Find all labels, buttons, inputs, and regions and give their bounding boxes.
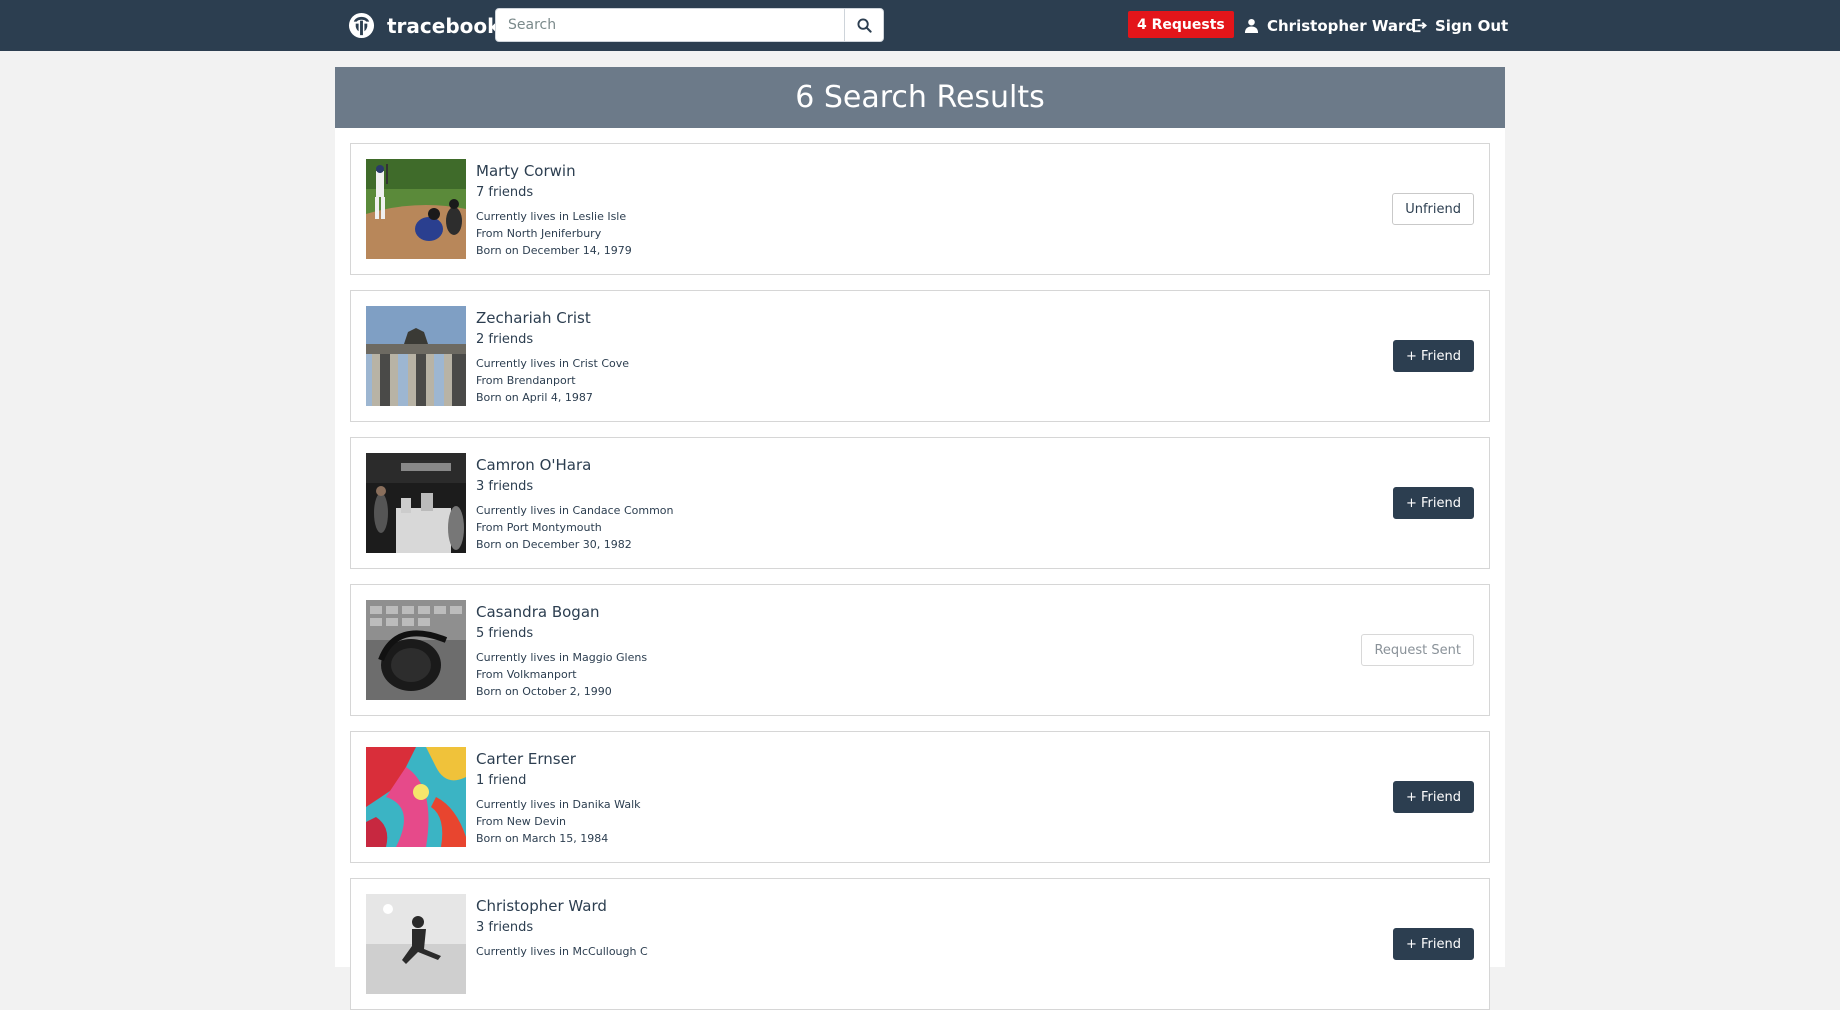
birthday: Born on December 30, 1982 <box>476 538 632 551</box>
profile-photo-image <box>366 894 466 994</box>
hometown: From Volkmanport <box>476 668 577 681</box>
search-result-card: Casandra Bogan 5 friends Currently lives i… <box>350 584 1490 716</box>
friend-count: 3 friends <box>476 479 534 494</box>
friend-requests-label: 4 Requests <box>1137 16 1225 33</box>
result-info: Christopher Ward 3 friends Currently lives… <box>476 895 648 960</box>
hometown: From North Jeniferbury <box>476 227 602 240</box>
search-input[interactable] <box>496 9 844 41</box>
hometown: From New Devin <box>476 815 567 828</box>
friend-count: 3 friends <box>476 920 534 935</box>
unfriend-button[interactable]: Unfriend <box>1392 193 1474 225</box>
friend-requests-badge[interactable]: 4 Requests <box>1128 11 1234 38</box>
person-name-link[interactable]: Marty Corwin <box>476 160 632 182</box>
add-friend-button[interactable]: + Friend <box>1392 487 1474 519</box>
search-result-card: Christopher Ward 3 friends Currently lives… <box>350 878 1490 1010</box>
friend-count: 5 friends <box>476 626 534 641</box>
search-result-card: Camron O'Hara 3 friends Currently lives in… <box>350 437 1490 569</box>
profile-photo[interactable] <box>366 159 466 259</box>
search-icon <box>856 17 872 33</box>
profile-photo[interactable] <box>366 600 466 700</box>
search-result-card: Zechariah Crist 2 friends Currently lives … <box>350 290 1490 422</box>
person-name-link[interactable]: Christopher Ward <box>476 895 648 917</box>
sign-out-link[interactable]: Sign Out <box>1412 0 1508 51</box>
result-info: Zechariah Crist 2 friends Currently lives … <box>476 307 629 406</box>
add-friend-button[interactable]: + Friend <box>1392 781 1474 813</box>
friend-count: 2 friends <box>476 332 534 347</box>
brand-name: tracebook <box>387 13 501 38</box>
hometown: From Port Montymouth <box>476 521 602 534</box>
brand[interactable]: tracebook <box>348 0 500 51</box>
results-title: 6 Search Results <box>795 80 1045 115</box>
request-sent-button[interactable]: Request Sent <box>1361 634 1474 666</box>
current-location: Currently lives in McCullough C <box>476 945 648 958</box>
hometown: From Brendanport <box>476 374 576 387</box>
tracebook-logo-icon <box>348 12 375 39</box>
profile-photo-image <box>366 600 466 700</box>
friend-count: 1 friend <box>476 773 527 788</box>
result-info: Casandra Bogan 5 friends Currently lives i… <box>476 601 647 700</box>
profile-photo-image <box>366 306 466 406</box>
birthday: Born on April 4, 1987 <box>476 391 593 404</box>
current-location: Currently lives in Leslie Isle <box>476 210 627 223</box>
add-friend-button[interactable]: + Friend <box>1392 928 1474 960</box>
result-info: Marty Corwin 7 friends Currently lives in … <box>476 160 632 259</box>
profile-photo[interactable] <box>366 894 466 994</box>
current-location: Currently lives in Maggio Glens <box>476 651 648 664</box>
user-profile-link[interactable]: Christopher Ward <box>1244 0 1416 51</box>
friend-count: 7 friends <box>476 185 534 200</box>
person-name-link[interactable]: Carter Ernser <box>476 748 641 770</box>
sign-out-label: Sign Out <box>1435 16 1509 35</box>
current-location: Currently lives in Crist Cove <box>476 357 630 370</box>
sign-out-icon <box>1412 18 1427 33</box>
person-name-link[interactable]: Zechariah Crist <box>476 307 629 329</box>
user-name: Christopher Ward <box>1267 16 1417 35</box>
navbar: tracebook 4 Requests Christopher Ward Si… <box>0 0 1840 51</box>
birthday: Born on October 2, 1990 <box>476 685 612 698</box>
results-header: 6 Search Results <box>335 67 1505 128</box>
search-button[interactable] <box>844 9 883 41</box>
result-info: Carter Ernser 1 friend Currently lives in … <box>476 748 641 847</box>
user-icon <box>1244 18 1259 33</box>
search-result-card: Marty Corwin 7 friends Currently lives in … <box>350 143 1490 275</box>
search-bar <box>495 8 884 42</box>
birthday: Born on December 14, 1979 <box>476 244 632 257</box>
profile-photo-image <box>366 453 466 553</box>
person-name-link[interactable]: Casandra Bogan <box>476 601 647 623</box>
search-result-card: Carter Ernser 1 friend Currently lives in … <box>350 731 1490 863</box>
search-results-panel: 6 Search Results Marty Corwin 7 friends Cu… <box>335 67 1505 1010</box>
result-info: Camron O'Hara 3 friends Currently lives in… <box>476 454 674 553</box>
current-location: Currently lives in Candace Common <box>476 504 674 517</box>
profile-photo[interactable] <box>366 306 466 406</box>
add-friend-button[interactable]: + Friend <box>1392 340 1474 372</box>
results-list: Marty Corwin 7 friends Currently lives in … <box>335 128 1505 1010</box>
profile-photo[interactable] <box>366 453 466 553</box>
profile-photo[interactable] <box>366 747 466 847</box>
current-location: Currently lives in Danika Walk <box>476 798 641 811</box>
profile-photo-image <box>366 747 466 847</box>
person-name-link[interactable]: Camron O'Hara <box>476 454 674 476</box>
profile-photo-image <box>366 159 466 259</box>
birthday: Born on March 15, 1984 <box>476 832 609 845</box>
